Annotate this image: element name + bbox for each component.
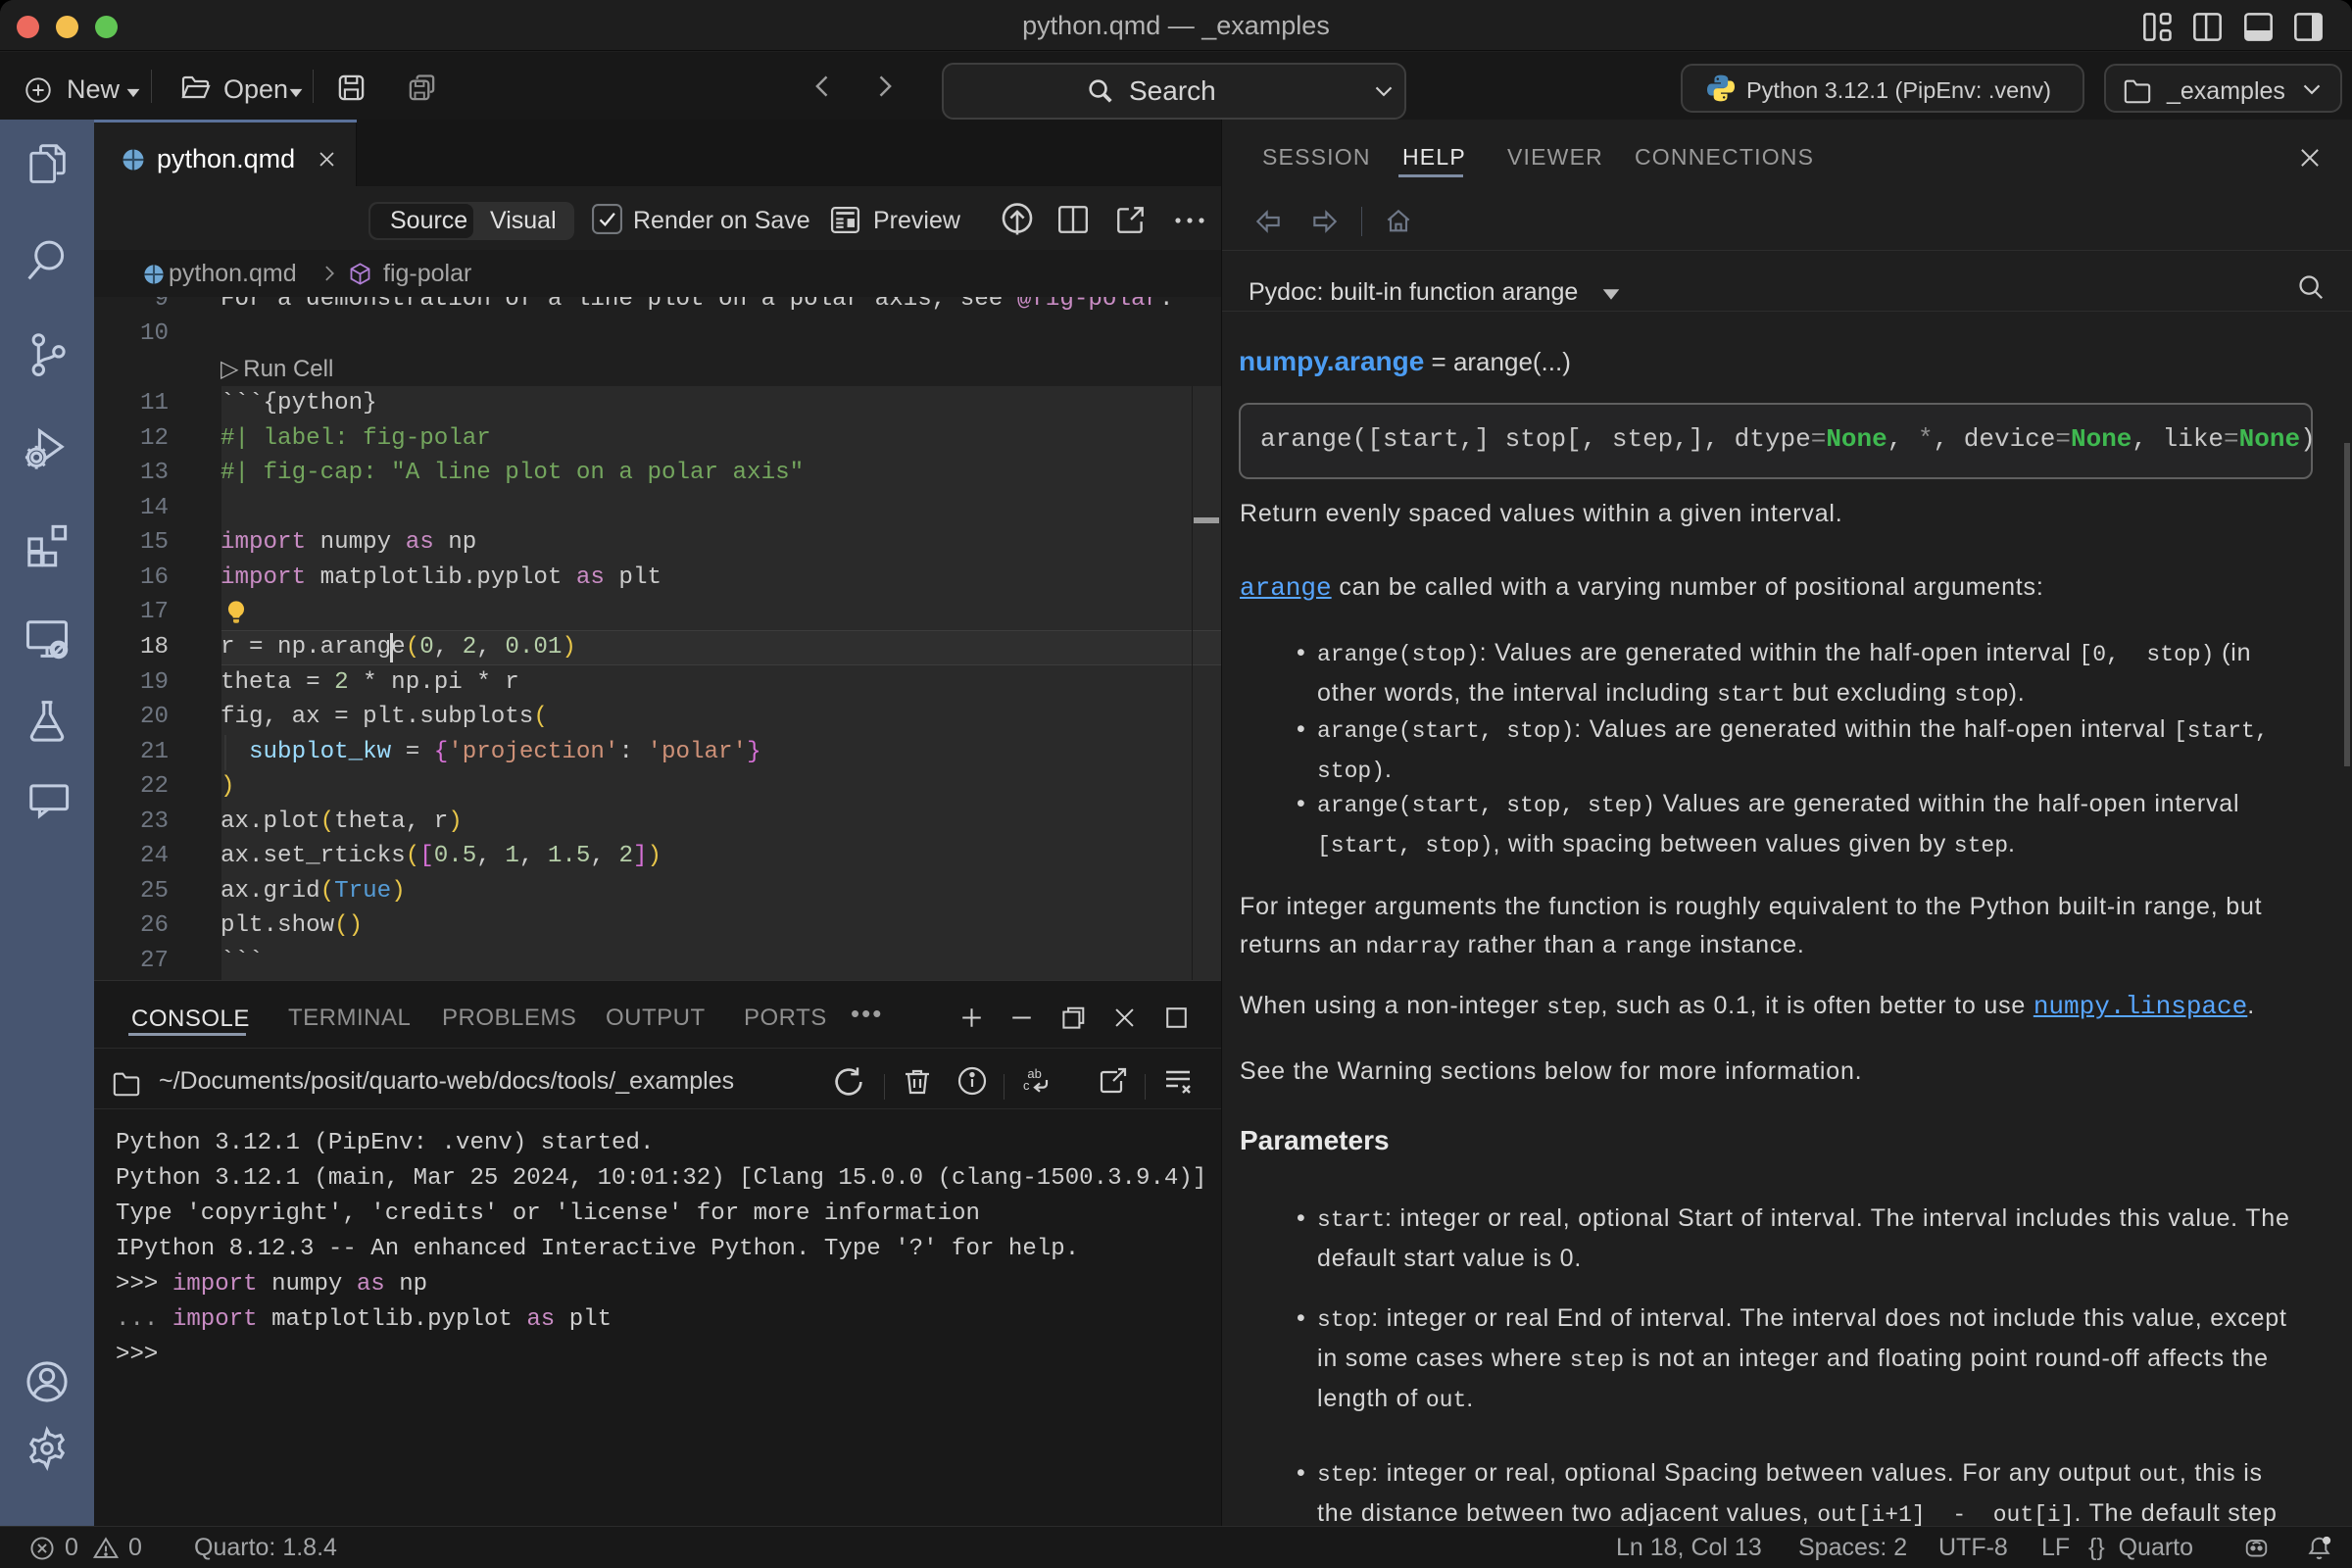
svg-text:c: c (1023, 1078, 1030, 1093)
svg-text:ab: ab (1027, 1066, 1041, 1081)
